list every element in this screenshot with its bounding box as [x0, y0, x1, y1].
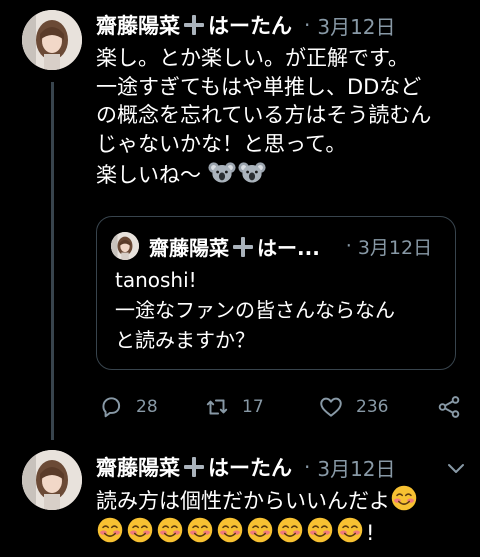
retweet-button[interactable]: 17: [204, 390, 264, 424]
tweet[interactable]: 齋藤陽菜 はーたん · 3月12日 読み方は個性だからいいんだよ !: [0, 440, 480, 557]
tweet-header: 齋藤陽菜 はーたん · 3月12日: [96, 452, 396, 482]
tweet-text: 読み方は個性だからいいんだよ !: [96, 484, 462, 548]
tweet-header: 齋藤陽菜 はーたん · 3月12日: [96, 10, 396, 40]
tweet-text-fragment: !: [366, 521, 375, 545]
reply-icon: [102, 397, 121, 418]
smiling-face-emoji: [126, 516, 154, 544]
smiling-face-emoji: [336, 516, 364, 544]
tweet-text-line: じゃないかな！と思って。: [96, 131, 347, 156]
separator-dot: ·: [304, 13, 311, 37]
smiling-face-emoji: [246, 516, 274, 544]
koala-emoji: [208, 158, 236, 186]
tweet-text-fragment: 読み方は個性だからいいんだよ: [96, 489, 390, 513]
separator-dot: ·: [345, 235, 352, 257]
quoted-tweet-card[interactable]: 齋藤陽菜 はー... · 3月12日 tanoshi! 一途なファンの皆さんならな…: [96, 216, 456, 370]
separator-dot: ·: [304, 455, 311, 479]
quote-text-line: 一途なファンの皆さんならなん: [115, 298, 395, 322]
plus-icon: [182, 455, 206, 479]
smiling-face-emoji: [156, 516, 184, 544]
tweet-text-line: の概念を忘れている方はそう読むん: [96, 103, 432, 127]
author-name[interactable]: 齋藤陽菜 はーたん: [96, 10, 292, 40]
quote-text: tanoshi! 一途なファンの皆さんならなん と読みますか？: [115, 265, 395, 355]
tweet-date[interactable]: 3月12日: [317, 11, 395, 40]
quote-text-line: と読みますか？: [115, 328, 255, 352]
reply-button[interactable]: 28: [98, 390, 158, 424]
author-name[interactable]: 齋藤陽菜 はーたん: [96, 452, 292, 482]
tweet-text-line: !: [96, 516, 462, 548]
quote-date: 3月12日: [357, 236, 433, 259]
quote-avatar: [111, 232, 139, 260]
tweet-text-line: 楽しいね〜: [96, 158, 462, 190]
quote-author-name: 齋藤陽菜 はー...: [149, 235, 320, 260]
smiling-face-emoji: [186, 516, 214, 544]
avatar-image: [22, 450, 82, 510]
smiling-face-emoji: [96, 516, 124, 544]
plus-icon: [182, 13, 206, 37]
koala-emoji: [238, 158, 266, 186]
tweet-text-line: 楽し。とか楽しい。が正解です。: [96, 46, 409, 70]
retweet-count: 17: [242, 397, 264, 417]
heart-icon: [320, 397, 342, 417]
tweet-actions: 28 17 236: [96, 390, 462, 424]
plus-icon: [231, 235, 255, 259]
retweet-icon: [206, 399, 228, 415]
chevron-down-icon[interactable]: [444, 456, 468, 480]
tweet-text: 楽し。とか楽しい。が正解です。 一途すぎてもはや単推し、DDなど の概念を忘れて…: [96, 44, 462, 190]
avatar[interactable]: [22, 10, 82, 70]
quote-header: 齋藤陽菜 はー... · 3月12日: [111, 231, 432, 261]
tweet-date[interactable]: 3月12日: [317, 453, 395, 482]
tweet-text-line: 読み方は個性だからいいんだよ: [96, 484, 462, 516]
reply-count: 28: [136, 397, 158, 417]
smiling-face-emoji: [390, 484, 418, 512]
avatar-image: [22, 10, 82, 70]
quote-avatar-image: [111, 232, 139, 260]
tweet[interactable]: 齋藤陽菜 はーたん · 3月12日 楽し。とか楽しい。が正解です。 一途すぎてもは…: [0, 0, 480, 440]
tweet-text-line: 一途すぎてもはや単推し、DDなど: [96, 74, 422, 99]
smiling-face-emoji: [306, 516, 334, 544]
smiling-face-emoji: [276, 516, 304, 544]
thread-line: [51, 82, 54, 440]
like-count: 236: [356, 397, 389, 417]
avatar[interactable]: [22, 450, 82, 510]
like-button[interactable]: 236: [318, 390, 388, 424]
smiling-face-emoji: [216, 516, 244, 544]
quote-text-line: tanoshi!: [115, 268, 197, 292]
share-icon[interactable]: [436, 394, 462, 420]
tweet-text-fragment: 楽しいね〜: [96, 163, 201, 187]
